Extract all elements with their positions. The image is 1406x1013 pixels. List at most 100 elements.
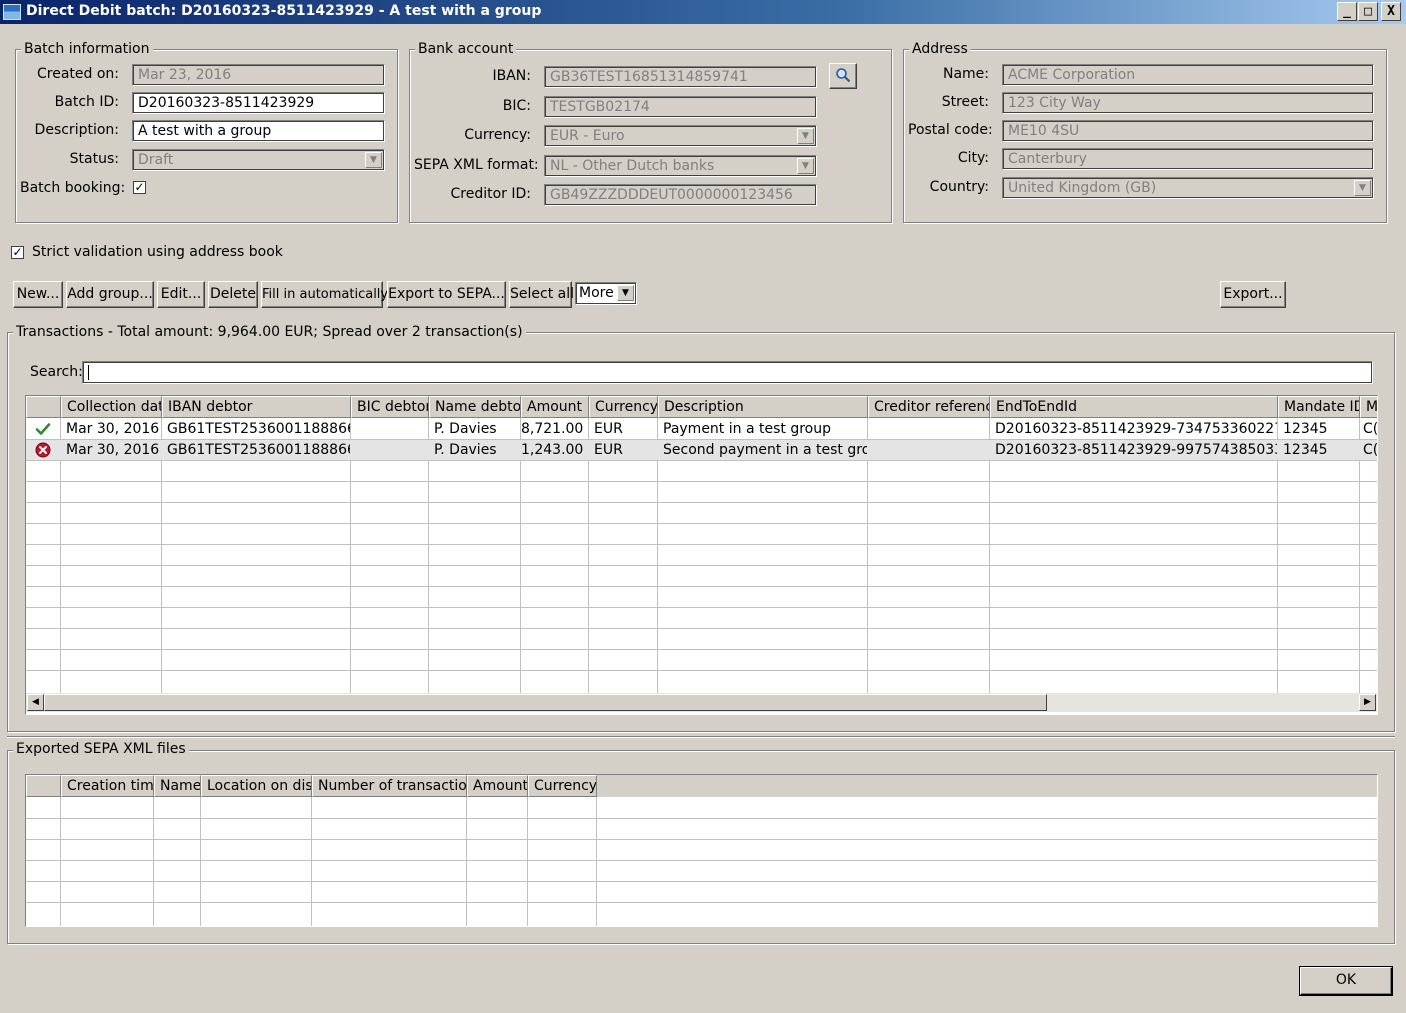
table-row[interactable]: Mar 30, 2016 GB61TEST25360011888663 P. D… bbox=[26, 440, 1377, 460]
search-cursor bbox=[88, 365, 89, 380]
check-icon bbox=[35, 423, 51, 435]
col-header-mandate-id[interactable]: Mandate ID bbox=[1278, 396, 1360, 418]
scroll-right-button[interactable]: ▶ bbox=[1359, 694, 1376, 711]
add-group-button[interactable]: Add group... bbox=[66, 281, 154, 308]
chevron-down-icon: ▼ bbox=[365, 152, 382, 168]
delete-button[interactable]: Delete bbox=[208, 281, 258, 308]
export-to-sepa-button[interactable]: Export to SEPA... bbox=[387, 281, 506, 308]
horizontal-scrollbar[interactable]: ◀ ▶ bbox=[26, 693, 1377, 712]
grid-line bbox=[26, 607, 1377, 608]
created-on-field: Mar 23, 2016 bbox=[132, 64, 385, 86]
maximize-button[interactable]: □ bbox=[1358, 2, 1378, 21]
status-label: Status: bbox=[69, 151, 119, 167]
col-header-currency[interactable]: Currency bbox=[589, 396, 658, 418]
col-header-status[interactable] bbox=[26, 396, 61, 418]
minimize-button[interactable]: _ bbox=[1337, 2, 1357, 21]
edit-button[interactable]: Edit... bbox=[157, 281, 205, 308]
panel-splitter[interactable] bbox=[7, 736, 1395, 738]
iban-lookup-button[interactable] bbox=[829, 63, 857, 89]
grid-line bbox=[527, 797, 528, 926]
scrollbar-thumb[interactable] bbox=[44, 694, 1047, 711]
grid-line bbox=[466, 797, 467, 926]
col-header-name-debtor[interactable]: Name debtor bbox=[429, 396, 521, 418]
table-row[interactable]: Mar 30, 2016 GB61TEST25360011888663 P. D… bbox=[26, 419, 1378, 439]
col-header-endtoendid[interactable]: EndToEndId bbox=[990, 396, 1278, 418]
col-header-blank[interactable] bbox=[26, 775, 61, 797]
name-label: Name: bbox=[942, 66, 989, 82]
batch-id-field[interactable]: D20160323-8511423929 bbox=[132, 92, 385, 114]
address-label: Address bbox=[909, 41, 971, 57]
grid-line bbox=[26, 565, 1377, 566]
sepa-format-select: NL - Other Dutch banks ▼ bbox=[544, 155, 817, 177]
currency-cell: EUR bbox=[594, 442, 623, 458]
postal-code-label: Postal code: bbox=[908, 122, 993, 138]
creditor-id-field: GB49ZZZDDDEUT0000000123456 bbox=[544, 184, 817, 206]
batch-booking-checkbox[interactable]: ✓ bbox=[133, 181, 146, 194]
col-header-description[interactable]: Description bbox=[658, 396, 868, 418]
description-field[interactable]: A test with a group bbox=[132, 120, 385, 142]
fill-automatically-button[interactable]: Fill in automatically bbox=[261, 281, 388, 308]
batch-information-label: Batch information bbox=[21, 41, 153, 57]
more-dropdown[interactable]: More ▼ bbox=[575, 282, 637, 305]
collection-date-cell: Mar 30, 2016 bbox=[66, 421, 160, 437]
iban-cell: GB61TEST25360011888663 bbox=[167, 421, 350, 437]
transactions-table[interactable]: Collection date IBAN debtor BIC debtor N… bbox=[25, 395, 1378, 715]
grid-line bbox=[26, 481, 1377, 482]
sepa-format-value: NL - Other Dutch banks bbox=[550, 158, 715, 174]
col-header-collection-date[interactable]: Collection date bbox=[61, 396, 162, 418]
strict-validation-checkbox[interactable]: ✓ bbox=[11, 246, 24, 259]
export-button[interactable]: Export... bbox=[1220, 281, 1286, 308]
col-header-number-of-transactions[interactable]: Number of transactions bbox=[312, 775, 467, 797]
exported-files-table[interactable]: Creation time Name Location on disk Numb… bbox=[25, 774, 1378, 927]
amount-cell: 8,721.00 bbox=[521, 421, 584, 437]
batch-id-label: Batch ID: bbox=[54, 94, 119, 110]
col-header-name[interactable]: Name bbox=[154, 775, 201, 797]
iban-cell: GB61TEST25360011888663 bbox=[167, 442, 350, 458]
scroll-left-button[interactable]: ◀ bbox=[27, 694, 44, 711]
grid-line bbox=[60, 797, 61, 926]
transactions-label: Transactions - Total amount: 9,964.00 EU… bbox=[13, 324, 526, 340]
description-cell: Second payment in a test group bbox=[663, 442, 867, 458]
new-button[interactable]: New... bbox=[13, 281, 63, 308]
postal-code-field: ME10 4SU bbox=[1002, 120, 1374, 142]
grid-line bbox=[200, 797, 201, 926]
name-cell: P. Davies bbox=[434, 442, 497, 458]
status-value: Draft bbox=[138, 152, 174, 168]
col-header-m[interactable]: M bbox=[1360, 396, 1377, 418]
col-header-bic-debtor[interactable]: BIC debtor bbox=[351, 396, 429, 418]
iban-label: IBAN: bbox=[492, 68, 532, 84]
currency-label: Currency: bbox=[464, 127, 531, 143]
grid-line bbox=[153, 797, 154, 926]
currency-select: EUR - Euro ▼ bbox=[544, 125, 817, 147]
search-icon bbox=[836, 68, 851, 83]
mandate-cell: 12345 bbox=[1283, 442, 1328, 458]
select-all-button[interactable]: Select all bbox=[509, 281, 574, 308]
grid-line bbox=[311, 797, 312, 926]
grid-line bbox=[26, 628, 1377, 629]
iban-field: GB36TEST16851314859741 bbox=[544, 66, 817, 88]
ok-button[interactable]: OK bbox=[1299, 966, 1393, 996]
collection-date-cell: Mar 30, 2016 bbox=[66, 442, 160, 458]
street-field: 123 City Way bbox=[1002, 92, 1374, 114]
search-input[interactable] bbox=[82, 361, 1373, 384]
col-header-amount[interactable]: Amount bbox=[521, 396, 589, 418]
col-header-creditor-reference[interactable]: Creditor reference bbox=[868, 396, 990, 418]
sepa-format-label: SEPA XML format: bbox=[414, 157, 539, 173]
name-field: ACME Corporation bbox=[1002, 64, 1374, 86]
more-value: More bbox=[579, 285, 614, 301]
m-cell: C( bbox=[1363, 421, 1378, 437]
street-label: Street: bbox=[941, 94, 989, 110]
close-button[interactable]: X bbox=[1381, 2, 1401, 21]
error-icon bbox=[35, 442, 51, 458]
status-cell bbox=[30, 419, 58, 439]
col-header-location-on-disk[interactable]: Location on disk bbox=[201, 775, 312, 797]
col-header-iban-debtor[interactable]: IBAN debtor bbox=[162, 396, 351, 418]
bic-field: TESTGB02174 bbox=[544, 96, 817, 118]
mandate-cell: 12345 bbox=[1283, 421, 1328, 437]
endtoend-cell: D20160323-8511423929-73475336022758 bbox=[995, 421, 1277, 437]
col-header-creation-time[interactable]: Creation time bbox=[61, 775, 154, 797]
col-header-amount[interactable]: Amount bbox=[467, 775, 528, 797]
currency-value: EUR - Euro bbox=[550, 128, 625, 144]
col-header-currency[interactable]: Currency bbox=[528, 775, 597, 797]
strict-validation-label: Strict validation using address book bbox=[32, 244, 283, 260]
